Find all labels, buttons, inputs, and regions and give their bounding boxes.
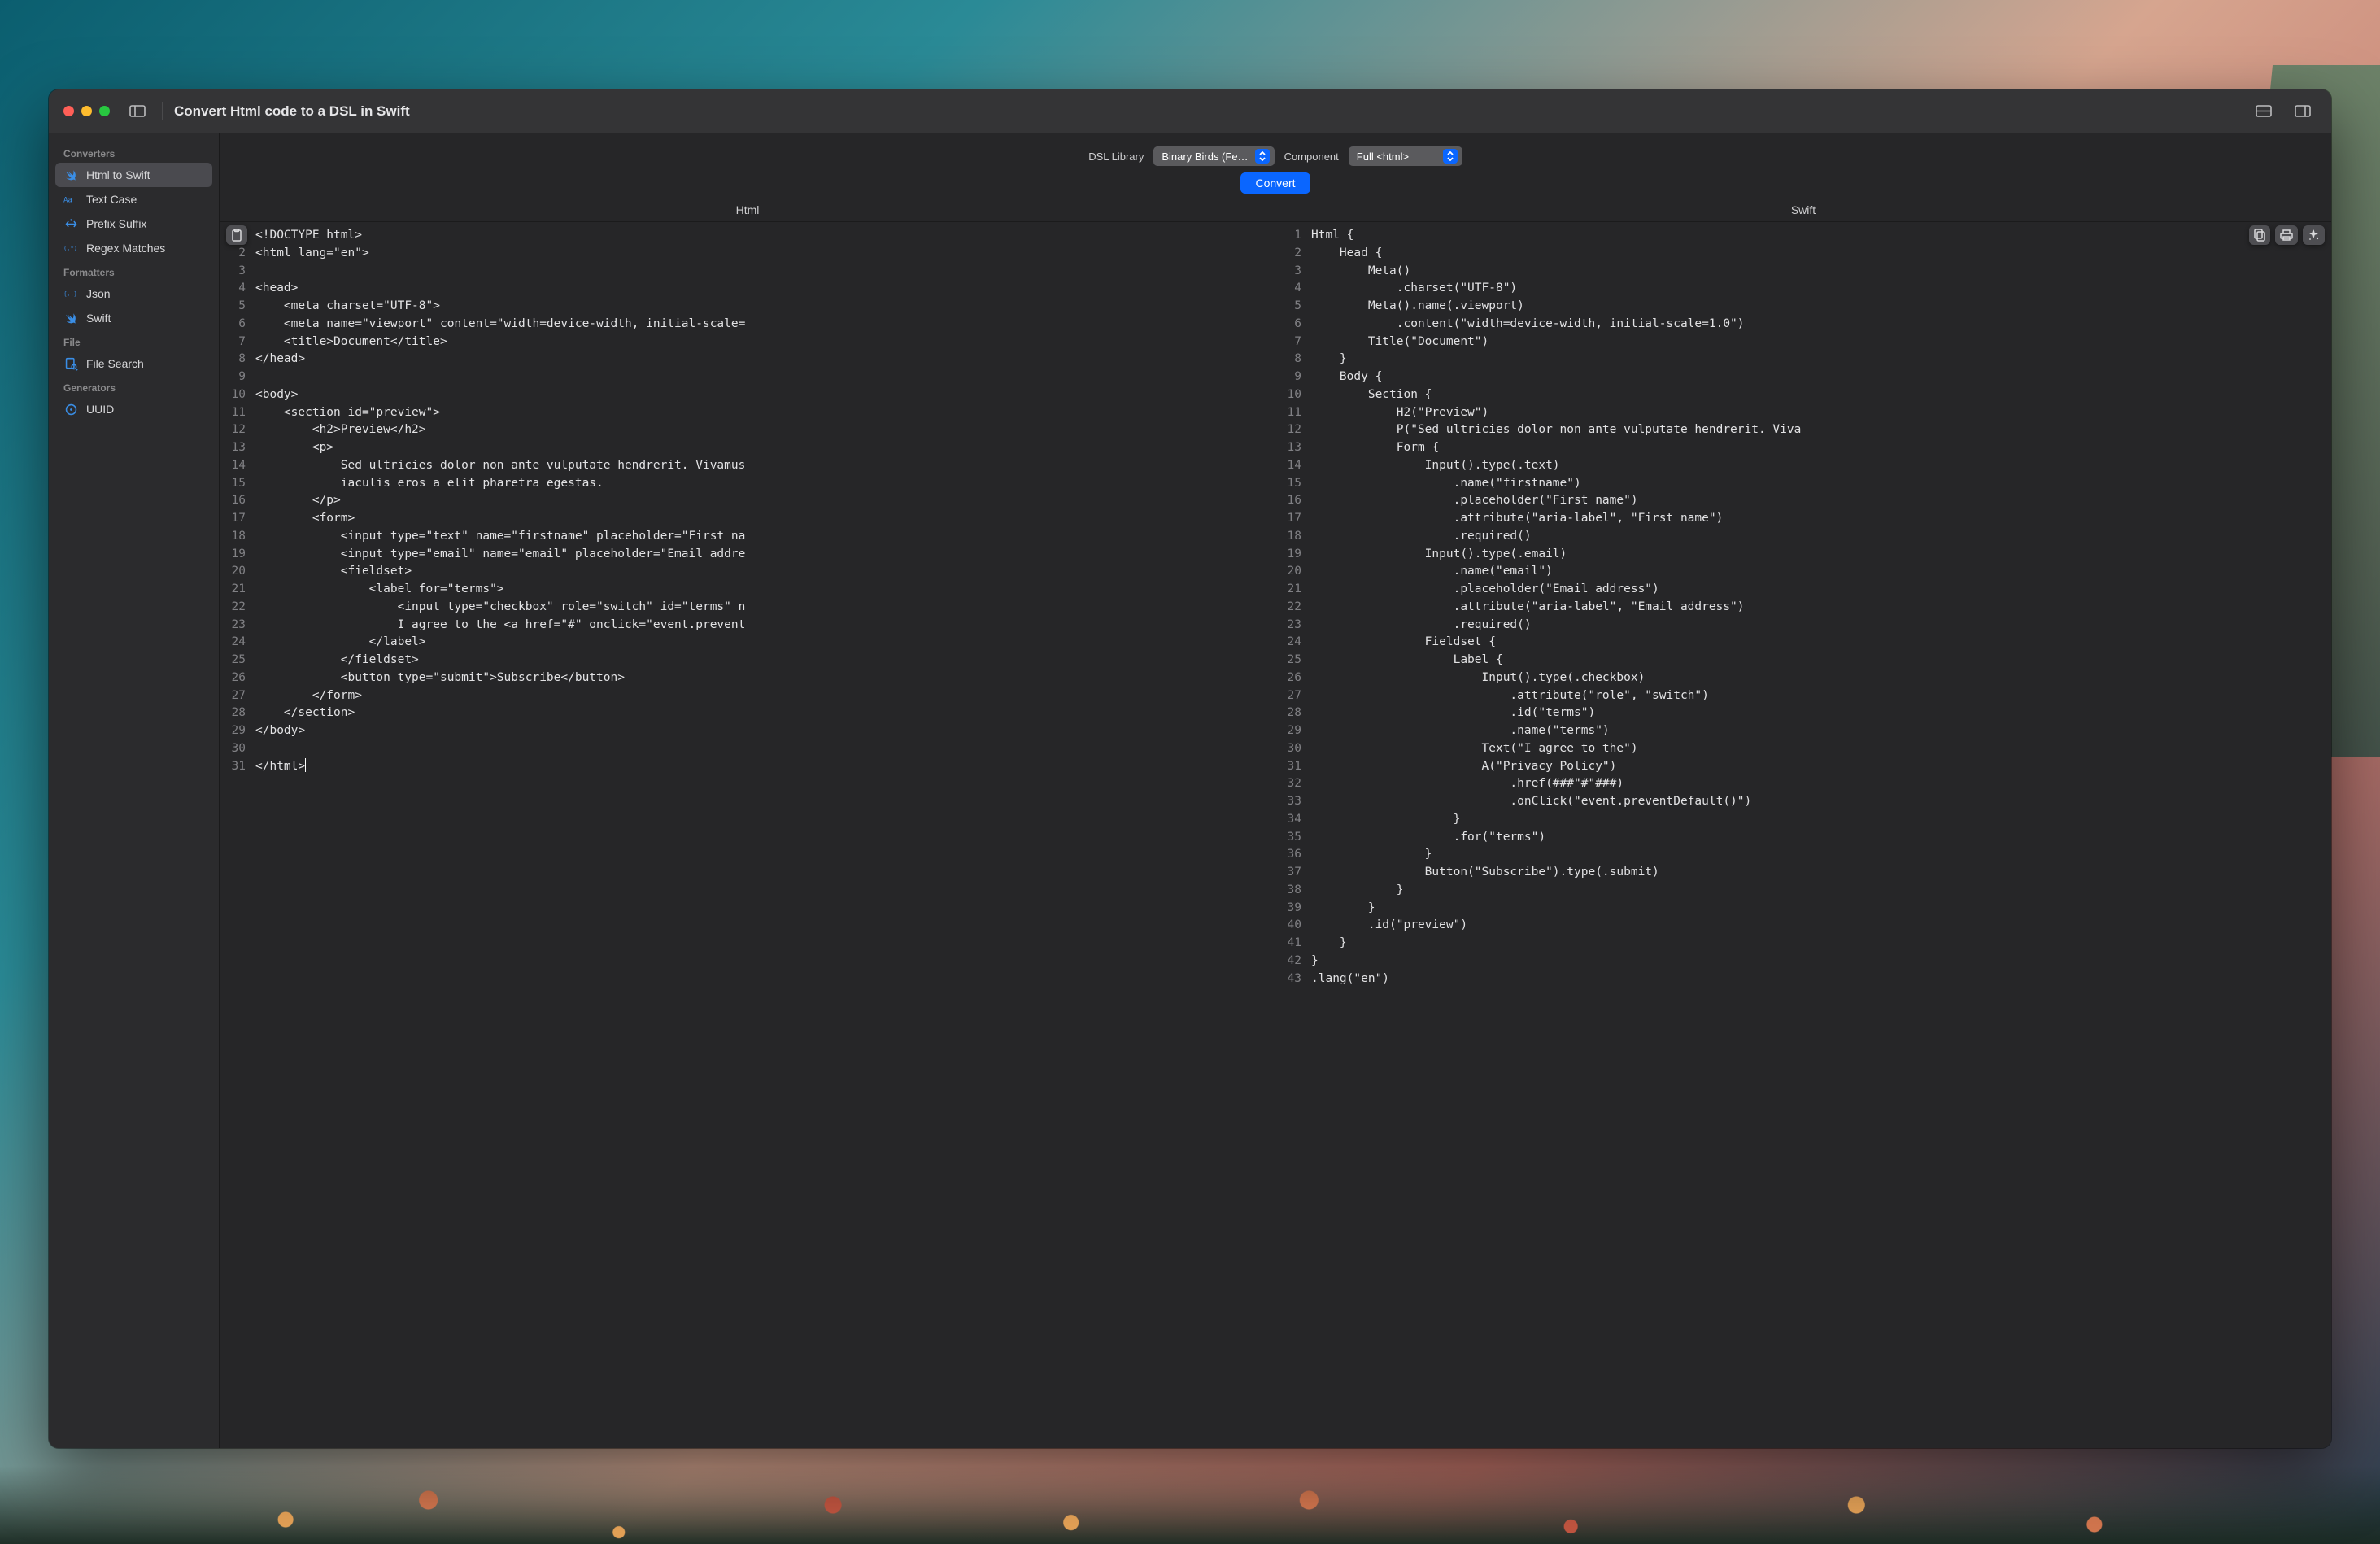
sidebar-item-regex-matches[interactable]: (.*) Regex Matches — [55, 236, 212, 260]
pane-headers: Html Swift — [220, 202, 2331, 221]
html-editor-pane[interactable]: 1 2 3 4 5 6 7 8 9 10 11 12 13 14 15 16 1… — [220, 222, 1275, 1448]
component-select[interactable]: Full <html> — [1349, 146, 1462, 166]
sidebar-item-html-to-swift[interactable]: Html to Swift — [55, 163, 212, 187]
copy-button[interactable] — [2249, 225, 2270, 245]
presuf-icon — [63, 216, 78, 231]
braces-icon: {..} — [63, 286, 78, 301]
sidebar-item-label: UUID — [86, 403, 114, 416]
minimize-window-button[interactable] — [81, 106, 92, 116]
toggle-inspector-button[interactable] — [2289, 101, 2317, 122]
split-horizontal-icon — [2256, 105, 2272, 117]
sparkle-icon — [2308, 229, 2320, 242]
sidebar-item-label: File Search — [86, 357, 144, 370]
sidebar-item-label: Text Case — [86, 193, 137, 206]
sidebar-item-label: Prefix Suffix — [86, 217, 146, 230]
convert-button[interactable]: Convert — [1240, 172, 1310, 194]
target-icon — [63, 402, 78, 417]
chevron-updown-icon — [1443, 149, 1458, 164]
traffic-lights — [49, 106, 124, 116]
component-label: Component — [1284, 150, 1339, 163]
app-window: Convert Html code to a DSL in Swift Conv… — [49, 89, 2331, 1448]
sidebar-item-swift-fmt[interactable]: Swift — [55, 306, 212, 330]
regex-icon: (.*) — [63, 241, 78, 255]
layout-mode-button[interactable] — [2250, 101, 2278, 122]
print-button[interactable] — [2275, 225, 2298, 245]
svg-text:Aa: Aa — [63, 196, 72, 204]
titlebar-separator — [162, 102, 163, 120]
main-content: DSL Library Binary Birds (Fe… Component … — [220, 133, 2331, 1448]
code-area: 1 2 3 4 5 6 7 8 9 10 11 12 13 14 15 16 1… — [220, 221, 2331, 1448]
sidebar-group-header: Formatters — [55, 260, 212, 281]
sidebar-group-header: File — [55, 330, 212, 351]
zoom-window-button[interactable] — [99, 106, 110, 116]
sidebar-item-label: Regex Matches — [86, 242, 165, 255]
chevron-updown-icon — [1255, 149, 1270, 164]
swift-output-pane[interactable]: 1 2 3 4 5 6 7 8 9 10 11 12 13 14 15 16 1… — [1275, 222, 2331, 1448]
sidebar-item-label: Swift — [86, 312, 111, 325]
component-value: Full <html> — [1357, 150, 1409, 163]
printer-icon — [2280, 229, 2293, 241]
control-bar: DSL Library Binary Birds (Fe… Component … — [220, 133, 2331, 202]
html-code[interactable]: <!DOCTYPE html> <html lang="en"> <head> … — [252, 222, 1275, 1448]
sidebar-group-header: Converters — [55, 142, 212, 163]
sidebar-group-header: Generators — [55, 376, 212, 397]
sidebar[interactable]: Converters Html to Swift Aa Text Case Prefix… — [49, 133, 220, 1448]
sidebar-item-uuid[interactable]: UUID — [55, 397, 212, 421]
sidebar-item-json[interactable]: {..} Json — [55, 281, 212, 306]
sidebar-item-label: Json — [86, 287, 111, 300]
inspector-icon — [2295, 105, 2311, 117]
sidebar-item-file-search[interactable]: File Search — [55, 351, 212, 376]
window-title: Convert Html code to a DSL in Swift — [171, 103, 410, 120]
close-window-button[interactable] — [63, 106, 74, 116]
svg-text:(.*): (.*) — [63, 245, 77, 252]
swift-icon — [63, 168, 78, 182]
wallpaper-flowers — [0, 1446, 2380, 1544]
swift-gutter: 1 2 3 4 5 6 7 8 9 10 11 12 13 14 15 16 1… — [1275, 222, 1308, 1448]
sidebar-item-prefix-suffix[interactable]: Prefix Suffix — [55, 212, 212, 236]
aa-icon: Aa — [63, 192, 78, 207]
copy-icon — [2254, 229, 2265, 242]
filesearch-icon — [63, 356, 78, 371]
html-gutter: 1 2 3 4 5 6 7 8 9 10 11 12 13 14 15 16 1… — [220, 222, 252, 1448]
paste-button[interactable] — [226, 225, 247, 245]
sidebar-item-text-case[interactable]: Aa Text Case — [55, 187, 212, 212]
toggle-sidebar-button[interactable] — [124, 101, 150, 122]
dsl-library-label: DSL Library — [1088, 150, 1144, 163]
sidebar-item-label: Html to Swift — [86, 168, 150, 181]
svg-text:{..}: {..} — [63, 290, 77, 298]
swift-icon — [63, 311, 78, 325]
format-button[interactable] — [2303, 225, 2325, 245]
clipboard-icon — [231, 229, 242, 242]
titlebar: Convert Html code to a DSL in Swift — [49, 89, 2331, 133]
left-pane-header: Html — [220, 203, 1275, 216]
dsl-library-select[interactable]: Binary Birds (Fe… — [1153, 146, 1274, 166]
right-pane-header: Swift — [1275, 203, 2331, 216]
dsl-library-value: Binary Birds (Fe… — [1162, 150, 1248, 163]
swift-code: Html { Head { Meta() .charset("UTF-8") M… — [1308, 222, 2331, 1448]
sidebar-icon — [129, 105, 146, 117]
text-cursor — [305, 758, 306, 772]
